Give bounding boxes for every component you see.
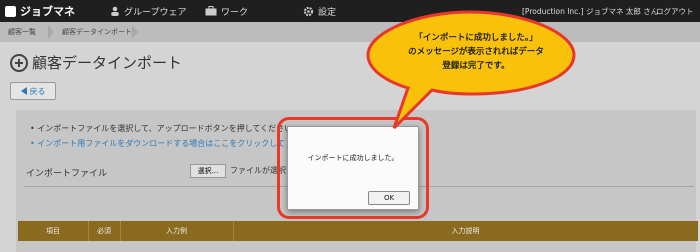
column-header-item: 項目 [18, 221, 89, 241]
breadcrumb-separator [48, 25, 54, 39]
app-logo-text: ジョブマネ [20, 5, 75, 18]
table-header: 項目 必須 入力例 入力説明 [18, 221, 698, 241]
callout-text: 「インポートに成功しました。」 のメッセージが表示されればデータ 登録は完了です… [382, 31, 570, 73]
breadcrumb-customer-list[interactable]: 顧客一覧 [8, 22, 36, 42]
user-name: [Production Inc.] ジョブマネ 太郎 さん [522, 6, 659, 16]
nav-settings[interactable]: 設定 [303, 0, 336, 22]
breadcrumb: 顧客一覧 顧客データインポート [0, 22, 700, 42]
breadcrumb-separator [132, 25, 138, 39]
instruction-text: インポートファイルを選択して、アップロードボタンを押してください。 [37, 124, 301, 133]
gear-icon [303, 6, 314, 16]
user-icon [111, 6, 119, 16]
nav-settings-label: 設定 [318, 7, 337, 18]
callout-line: 登録は完了です。 [442, 61, 510, 71]
plus-circle-icon [10, 53, 28, 72]
nav-work-label: ワーク [221, 7, 249, 18]
nav-work[interactable]: ワーク [205, 0, 248, 22]
briefcase-icon [205, 6, 217, 16]
app-logo[interactable]: ジョブマネ [5, 0, 75, 22]
back-button-label: 戻る [29, 86, 46, 96]
nav-groupware[interactable]: グループウェア [110, 0, 186, 22]
breadcrumb-customer-import: 顧客データインポート [62, 28, 132, 36]
column-header-description: 入力説明 [451, 227, 480, 235]
back-arrow-icon [20, 87, 27, 95]
download-link[interactable]: • インポート用ファイルをダウンロードする場合はここをクリックして [30, 138, 285, 149]
column-header-example: 入力例 [120, 221, 234, 241]
file-select-button[interactable]: 選択... [190, 164, 226, 178]
logout-link[interactable]: ログアウト [656, 0, 694, 22]
back-button[interactable]: 戻る [10, 82, 56, 100]
nav-groupware-label: グループウェア [124, 7, 187, 18]
page-title-text: 顧客データインポート [32, 54, 183, 72]
download-link-text: インポート用ファイルをダウンロードする場合はここをクリックして [37, 139, 286, 148]
callout-line: 「インポートに成功しました。」 [414, 33, 538, 43]
dialog-highlight-ring [277, 117, 429, 219]
instruction-line: • インポートファイルを選択して、アップロードボタンを押してください。 [30, 124, 301, 133]
column-header-required: 必須 [88, 221, 121, 241]
callout-line: のメッセージが表示されればデータ [408, 47, 544, 57]
import-file-label: インポートファイル [26, 169, 108, 179]
top-navigation-bar: ジョブマネ グループウェア ワーク 設定 [Production Inc.] ジ… [0, 0, 700, 22]
page-title: 顧客データインポート [10, 52, 182, 73]
logo-icon [5, 5, 16, 17]
